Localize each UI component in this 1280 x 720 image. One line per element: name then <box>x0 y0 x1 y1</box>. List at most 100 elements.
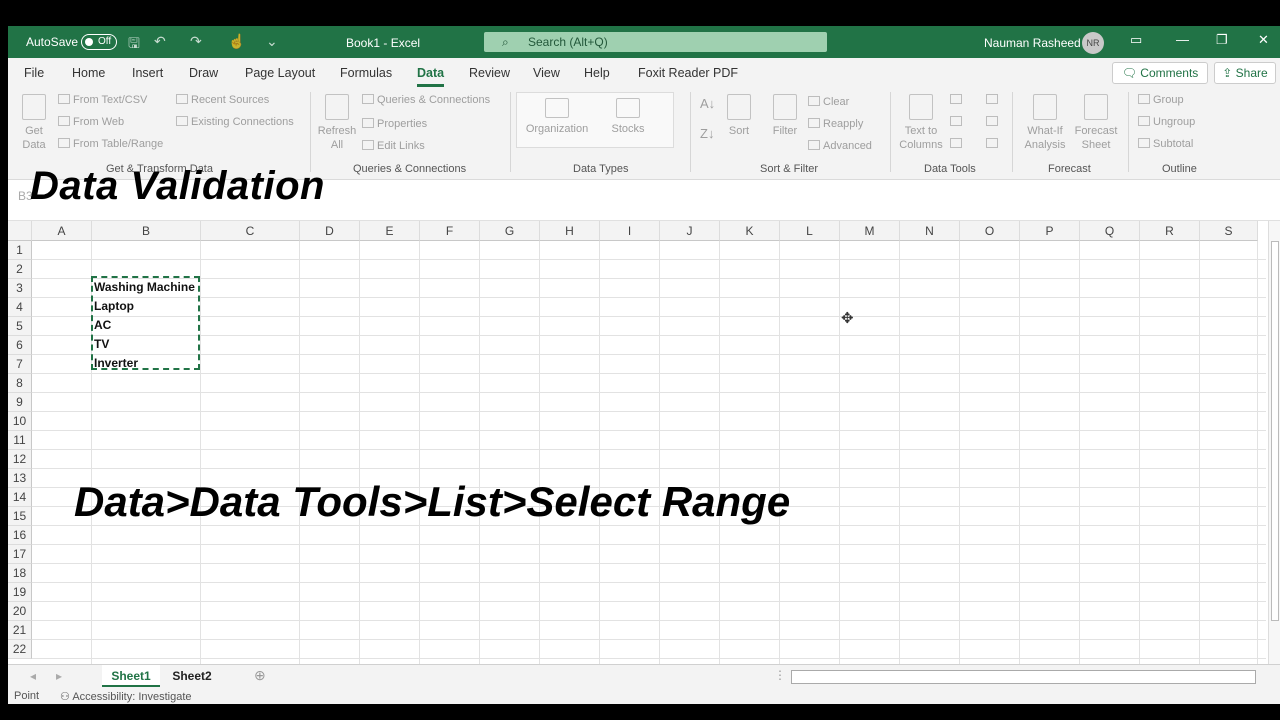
accessibility-status[interactable]: ⚇ Accessibility: Investigate <box>60 690 192 703</box>
column-header-i[interactable]: I <box>600 221 660 241</box>
get-data-button[interactable]: Get Data <box>18 94 50 152</box>
vertical-scrollbar[interactable] <box>1268 221 1280 664</box>
close-icon[interactable]: ✕ <box>1258 32 1269 48</box>
vertical-scroll-thumb[interactable] <box>1271 241 1279 621</box>
minimize-icon[interactable]: — <box>1176 32 1189 47</box>
sort-button[interactable]: Sort <box>724 94 754 138</box>
row-header-14[interactable]: 14 <box>8 488 32 507</box>
tab-foxit[interactable]: Foxit Reader PDF <box>638 66 738 80</box>
row-header-2[interactable]: 2 <box>8 260 32 279</box>
organization-button[interactable]: Organization <box>522 98 592 136</box>
from-table-range-button[interactable]: From Table/Range <box>58 138 163 150</box>
tab-page-layout[interactable]: Page Layout <box>245 66 315 80</box>
undo-icon[interactable]: ↶ <box>154 33 166 50</box>
column-header-s[interactable]: S <box>1200 221 1258 241</box>
column-header-f[interactable]: F <box>420 221 480 241</box>
relationships-icon[interactable] <box>986 116 1001 128</box>
tab-review[interactable]: Review <box>469 66 510 80</box>
user-name[interactable]: Nauman Rasheed <box>984 36 1081 50</box>
ungroup-button[interactable]: Ungroup <box>1138 116 1195 128</box>
text-to-columns-button[interactable]: Text to Columns <box>896 94 946 152</box>
redo-icon[interactable]: ↷ <box>190 33 202 50</box>
column-header-c[interactable]: C <box>201 221 300 241</box>
save-icon[interactable]: 🖫 <box>128 33 140 57</box>
tab-home[interactable]: Home <box>72 66 105 80</box>
properties-button[interactable]: Properties <box>362 118 427 130</box>
comments-button[interactable]: 🗨 Comments <box>1112 62 1208 84</box>
refresh-all-button[interactable]: Refresh All <box>316 94 358 152</box>
edit-links-button[interactable]: Edit Links <box>362 140 425 152</box>
row-header-18[interactable]: 18 <box>8 564 32 583</box>
column-header-q[interactable]: Q <box>1080 221 1140 241</box>
stocks-button[interactable]: Stocks <box>604 98 652 136</box>
row-header-7[interactable]: 7 <box>8 355 32 374</box>
avatar[interactable]: NR <box>1082 32 1104 54</box>
add-sheet-icon[interactable]: ⊕ <box>254 667 266 684</box>
column-header-k[interactable]: K <box>720 221 780 241</box>
column-header-m[interactable]: M <box>840 221 900 241</box>
data-validation-icon[interactable] <box>950 138 965 150</box>
row-header-3[interactable]: 3 <box>8 279 32 298</box>
row-header-13[interactable]: 13 <box>8 469 32 488</box>
row-header-11[interactable]: 11 <box>8 431 32 450</box>
row-header-9[interactable]: 9 <box>8 393 32 412</box>
queries-connections-button[interactable]: Queries & Connections <box>362 94 490 106</box>
sheet-tab-sheet1[interactable]: Sheet1 <box>102 665 160 687</box>
tab-data[interactable]: Data <box>417 66 445 87</box>
prev-sheet-icon[interactable]: ◂ <box>30 669 36 683</box>
recent-sources-button[interactable]: Recent Sources <box>176 94 269 106</box>
customize-qat-icon[interactable]: ⌄ <box>266 33 278 50</box>
column-header-l[interactable]: L <box>780 221 840 241</box>
autosave-toggle[interactable]: Off <box>81 34 117 50</box>
forecast-sheet-button[interactable]: Forecast Sheet <box>1074 94 1118 152</box>
sort-desc-icon[interactable]: Z↓ <box>700 126 714 141</box>
column-header-r[interactable]: R <box>1140 221 1200 241</box>
column-header-h[interactable]: H <box>540 221 600 241</box>
row-header-16[interactable]: 16 <box>8 526 32 545</box>
reapply-button[interactable]: Reapply <box>808 118 863 130</box>
row-header-8[interactable]: 8 <box>8 374 32 393</box>
tab-file[interactable]: File <box>24 66 44 80</box>
remove-duplicates-icon[interactable] <box>950 116 965 128</box>
column-header-o[interactable]: O <box>960 221 1020 241</box>
row-header-5[interactable]: 5 <box>8 317 32 336</box>
flash-fill-icon[interactable] <box>950 94 965 106</box>
row-header-10[interactable]: 10 <box>8 412 32 431</box>
tab-formulas[interactable]: Formulas <box>340 66 392 80</box>
tab-draw[interactable]: Draw <box>189 66 218 80</box>
manage-data-model-icon[interactable] <box>986 138 1001 150</box>
tab-insert[interactable]: Insert <box>132 66 163 80</box>
horizontal-scrollbar[interactable] <box>791 670 1256 684</box>
ribbon-display-icon[interactable]: ▭ <box>1130 32 1142 48</box>
share-button[interactable]: ⇪ Share <box>1214 62 1276 84</box>
row-header-15[interactable]: 15 <box>8 507 32 526</box>
advanced-button[interactable]: Advanced <box>808 140 872 152</box>
subtotal-button[interactable]: Subtotal <box>1138 138 1193 150</box>
next-sheet-icon[interactable]: ▸ <box>56 669 62 683</box>
column-header-j[interactable]: J <box>660 221 720 241</box>
row-header-22[interactable]: 22 <box>8 640 32 659</box>
touch-mode-icon[interactable]: ☝ <box>228 33 245 50</box>
maximize-icon[interactable]: ❐ <box>1216 32 1228 48</box>
group-button[interactable]: Group <box>1138 94 1184 106</box>
tab-help[interactable]: Help <box>584 66 610 80</box>
row-header-6[interactable]: 6 <box>8 336 32 355</box>
search-input[interactable]: ⌕ Search (Alt+Q) <box>484 32 827 52</box>
sheet-tab-sheet2[interactable]: Sheet2 <box>164 665 220 687</box>
column-header-d[interactable]: D <box>300 221 360 241</box>
row-header-4[interactable]: 4 <box>8 298 32 317</box>
column-header-g[interactable]: G <box>480 221 540 241</box>
tab-split-icon[interactable]: ⋮ <box>774 668 786 682</box>
consolidate-icon[interactable] <box>986 94 1001 106</box>
row-header-17[interactable]: 17 <box>8 545 32 564</box>
row-header-20[interactable]: 20 <box>8 602 32 621</box>
filter-button[interactable]: Filter <box>770 94 800 138</box>
row-header-1[interactable]: 1 <box>8 241 32 260</box>
row-header-21[interactable]: 21 <box>8 621 32 640</box>
what-if-button[interactable]: What-If Analysis <box>1018 94 1072 152</box>
row-header-19[interactable]: 19 <box>8 583 32 602</box>
clear-button[interactable]: Clear <box>808 96 849 108</box>
sort-asc-icon[interactable]: A↓ <box>700 96 715 111</box>
column-header-b[interactable]: B <box>92 221 201 241</box>
column-header-a[interactable]: A <box>32 221 92 241</box>
